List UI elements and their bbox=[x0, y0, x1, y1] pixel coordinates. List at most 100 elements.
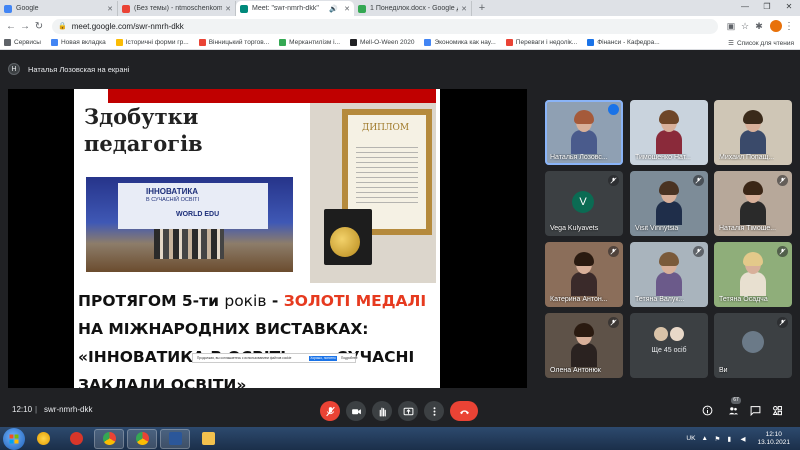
chat-button[interactable] bbox=[748, 403, 762, 417]
bookmark-item[interactable]: Меркантилізм і... bbox=[279, 39, 340, 46]
screen-share-stage[interactable]: Здобутки педагогів ІННОВАТИКА В СУЧАСНІЙ… bbox=[8, 89, 527, 388]
taskbar-app[interactable] bbox=[28, 429, 58, 449]
participant-tile[interactable]: Наталья Лозовс... bbox=[545, 100, 623, 165]
participants-button[interactable] bbox=[726, 403, 740, 417]
activities-button[interactable] bbox=[770, 403, 784, 417]
bookmark-item[interactable]: Фінанси - Кафедра... bbox=[587, 39, 660, 46]
participant-tile[interactable]: Тетяна Валук... bbox=[630, 242, 708, 307]
bookmark-favicon-icon bbox=[505, 39, 513, 46]
mic-off-icon bbox=[777, 246, 788, 257]
close-tab-icon[interactable]: ✕ bbox=[461, 5, 467, 13]
taskbar-chrome-2[interactable] bbox=[127, 428, 157, 449]
raise-hand-button[interactable] bbox=[372, 401, 392, 421]
diploma-title: ДИПЛОМ bbox=[362, 123, 410, 133]
participant-tile[interactable]: Наталія Тімоше... bbox=[714, 171, 792, 236]
headline-text: - bbox=[266, 292, 284, 310]
taskbar-app[interactable] bbox=[61, 429, 91, 449]
close-tab-icon[interactable]: ✕ bbox=[107, 5, 113, 13]
present-screen-button[interactable] bbox=[398, 401, 418, 421]
address-bar[interactable]: 🔒 meet.google.com/swr-nmrh-dkk bbox=[52, 18, 718, 34]
sun-app-icon bbox=[36, 432, 50, 445]
camera-permission-icon[interactable]: ▣ bbox=[724, 21, 738, 32]
slide-headline: ПРОТЯГОМ 5-ти років - ЗОЛОТІ МЕДАЛІ НА М… bbox=[78, 287, 440, 388]
participant-tile[interactable]: Катерина Антон... bbox=[545, 242, 623, 307]
present-icon bbox=[403, 407, 413, 415]
bookmark-item[interactable]: Экономика как нау... bbox=[424, 39, 496, 46]
more-options-button[interactable] bbox=[424, 401, 444, 421]
mic-off-icon bbox=[608, 175, 619, 186]
consent-agree-button[interactable]: Хорошо, понятно bbox=[309, 356, 337, 361]
extensions-icon[interactable]: ✱ bbox=[752, 21, 766, 32]
self-tile[interactable]: Ви bbox=[714, 313, 792, 378]
mic-toggle-button[interactable] bbox=[320, 401, 340, 421]
close-tab-icon[interactable]: ✕ bbox=[344, 5, 350, 13]
back-icon[interactable]: ← bbox=[4, 21, 18, 32]
chat-icon bbox=[750, 405, 760, 416]
bookmark-item[interactable]: Вінницький торгов... bbox=[198, 39, 269, 46]
taskbar-word[interactable] bbox=[160, 428, 190, 449]
participant-name: Vega Kulyavets bbox=[550, 225, 599, 232]
participant-name: Тетяна Валук... bbox=[635, 296, 685, 303]
consent-more-link[interactable]: Подробнее bbox=[341, 356, 358, 360]
tab-title: Meet: "swr-nmrh-dkk" bbox=[252, 5, 319, 12]
bookmark-item[interactable]: Сервисы bbox=[4, 39, 41, 46]
star-icon[interactable]: ☆ bbox=[738, 21, 752, 32]
participant-tile[interactable]: Михаил Попащ... bbox=[714, 100, 792, 165]
forward-icon[interactable]: → bbox=[18, 21, 32, 32]
bookmark-label: Mell-O-Ween 2020 bbox=[360, 39, 415, 46]
separator: | bbox=[35, 405, 38, 414]
lock-icon[interactable]: 🔒 bbox=[58, 22, 67, 30]
participant-tile[interactable]: V Vega Kulyavets bbox=[545, 171, 623, 236]
bookmark-item[interactable]: Mell-O-Ween 2020 bbox=[350, 39, 414, 46]
taskbar-clock[interactable]: 12:10 13.10.2021 bbox=[757, 431, 790, 447]
participant-video bbox=[740, 110, 766, 154]
close-tab-icon[interactable]: ✕ bbox=[225, 5, 231, 13]
taskbar-explorer[interactable] bbox=[193, 429, 223, 449]
presenter-text: Наталья Лозовская на екрані bbox=[28, 64, 130, 74]
participant-video bbox=[656, 110, 682, 154]
participant-tile[interactable]: Visit Vinnytsia bbox=[630, 171, 708, 236]
tab-drive-doc[interactable]: 1 Понеділок.docx - Google Диск ✕ bbox=[354, 1, 472, 16]
start-button[interactable] bbox=[3, 427, 25, 450]
new-tab-button[interactable]: + bbox=[475, 1, 489, 15]
participant-name: Наталія Тімоше... bbox=[719, 225, 777, 232]
banner-text-3: WORLD EDU bbox=[176, 211, 220, 218]
participant-tile[interactable]: Олена Антонюк bbox=[545, 313, 623, 378]
taskbar-chrome[interactable] bbox=[94, 428, 124, 449]
tab-gmail[interactable]: (Без темы) - ntmoschenkom@g ✕ bbox=[118, 1, 236, 16]
apps-icon bbox=[4, 39, 11, 46]
menu-kebab-icon[interactable]: ⋮ bbox=[782, 21, 796, 32]
chrome-icon bbox=[135, 432, 149, 445]
volume-icon[interactable]: ◀ bbox=[740, 435, 748, 443]
profile-avatar[interactable] bbox=[770, 20, 782, 32]
tab-meet[interactable]: Meet: "swr-nmrh-dkk" 🔊 ✕ bbox=[236, 1, 354, 16]
bookmark-item[interactable]: Історичні форми гр... bbox=[115, 39, 189, 46]
network-icon[interactable]: ▮ bbox=[727, 435, 735, 443]
participant-tile[interactable]: Тетяна Осадча bbox=[714, 242, 792, 307]
arrow-up-icon[interactable]: ▲ bbox=[701, 435, 709, 443]
chrome-icon bbox=[102, 432, 116, 445]
toolbar-icons: ▣ ☆ ✱ bbox=[724, 21, 766, 32]
minimize-icon[interactable]: — bbox=[734, 0, 756, 14]
flag-icon[interactable]: ⚑ bbox=[714, 435, 722, 443]
meeting-details-button[interactable] bbox=[700, 403, 714, 417]
close-window-icon[interactable]: ✕ bbox=[778, 0, 800, 14]
reload-icon[interactable]: ↻ bbox=[32, 21, 46, 32]
bookmark-item[interactable]: Переваги і недолік... bbox=[505, 39, 577, 46]
leave-call-button[interactable] bbox=[450, 401, 478, 421]
bookmark-item[interactable]: Новая вкладка bbox=[50, 39, 106, 46]
screen: Google ✕ (Без темы) - ntmoschenkom@g ✕ M… bbox=[0, 0, 800, 450]
avatar bbox=[654, 327, 668, 341]
more-participants-tile[interactable]: Ще 45 осіб bbox=[630, 313, 708, 378]
mic-off-icon bbox=[325, 406, 335, 416]
participant-tile[interactable]: Тимошенко Нат... bbox=[630, 100, 708, 165]
reading-list-button[interactable]: ☰ Список для чтения bbox=[728, 36, 794, 50]
tab-google[interactable]: Google ✕ bbox=[0, 1, 118, 16]
headline-text: ПРОТЯГОМ 5-ти bbox=[78, 292, 225, 310]
maximize-icon[interactable]: ❐ bbox=[756, 0, 778, 14]
windows-logo-icon bbox=[9, 434, 19, 443]
camera-toggle-button[interactable] bbox=[346, 401, 366, 421]
language-indicator[interactable]: UK bbox=[686, 435, 695, 442]
slide-title-line1: Здобутки bbox=[84, 104, 199, 129]
hang-up-icon bbox=[459, 409, 469, 414]
